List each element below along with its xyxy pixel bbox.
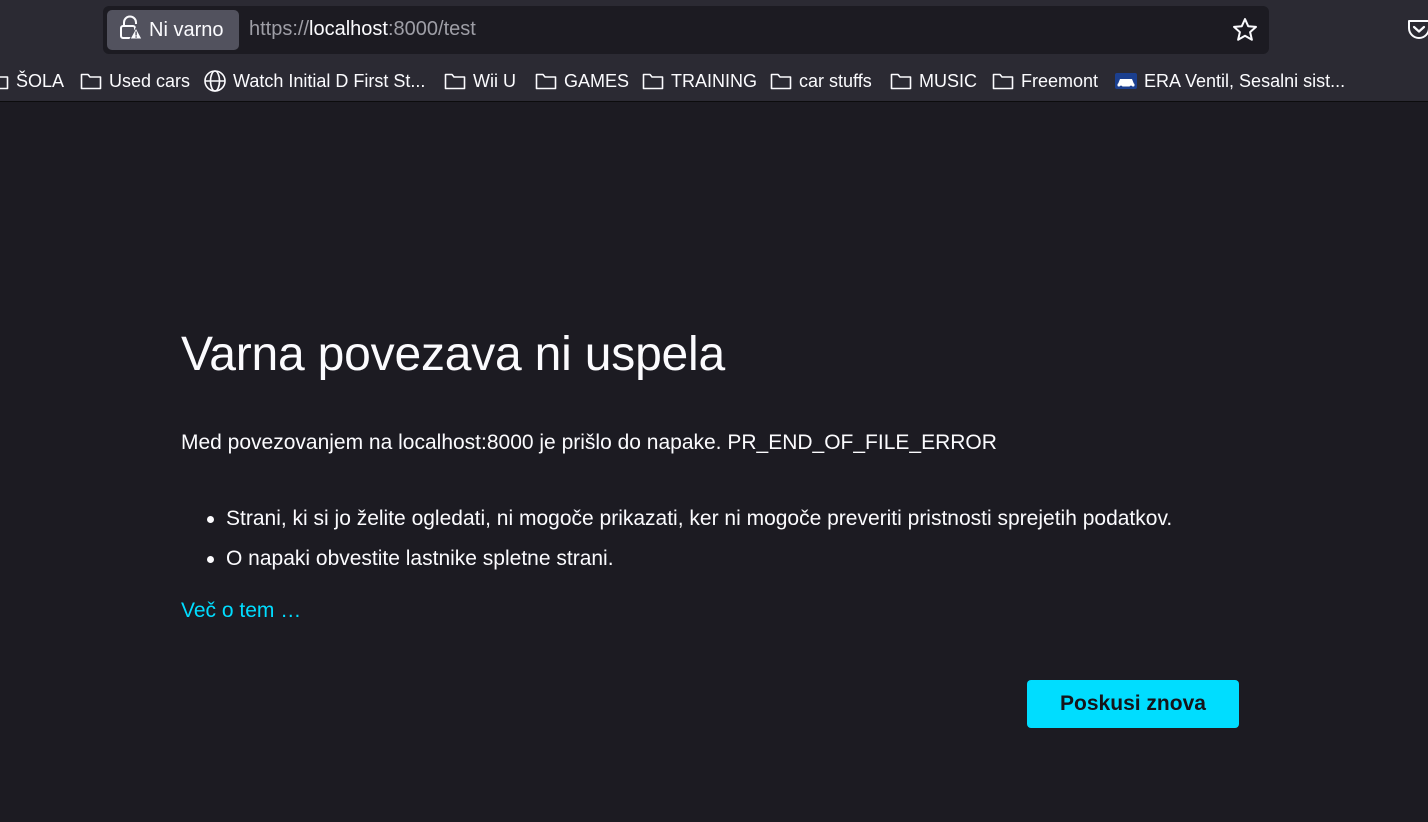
bookmark-label: Used cars: [109, 70, 191, 91]
globe-icon: [204, 70, 226, 92]
bookmark-initial-d[interactable]: Watch Initial D First St...: [203, 67, 425, 95]
bookmark-era-ventil[interactable]: ERA Ventil, Sesalni sist...: [1114, 67, 1345, 95]
url-host: localhost: [309, 18, 388, 40]
list-item: Strani, ki si jo želite ogledati, ni mog…: [181, 505, 1172, 545]
site-identity-label: Ni varno: [149, 18, 224, 41]
pocket-icon[interactable]: [1406, 16, 1428, 42]
bookmark-folder-used-cars[interactable]: Used cars: [79, 67, 190, 95]
bookmark-folder-training[interactable]: TRAINING: [641, 67, 757, 95]
page-title: Varna povezava ni uspela: [181, 328, 726, 381]
bookmark-label: car stuffs: [799, 70, 872, 91]
bookmark-star-icon[interactable]: [1231, 16, 1259, 44]
url-text[interactable]: https://localhost:8000/test: [249, 18, 476, 41]
folder-icon: [890, 73, 912, 90]
bookmark-folder-car-stuffs[interactable]: car stuffs: [769, 67, 872, 95]
folder-icon: [0, 76, 9, 90]
bookmark-folder-sola[interactable]: ŠOLA: [0, 67, 64, 95]
bookmark-label: MUSIC: [919, 70, 977, 91]
folder-icon: [535, 73, 557, 90]
bookmark-label: ŠOLA: [16, 70, 65, 91]
folder-icon: [444, 73, 466, 90]
car-favicon-icon: [1115, 73, 1137, 89]
site-identity-button[interactable]: Ni varno: [107, 10, 239, 50]
bookmarks-toolbar: ŠOLA Used cars Watch Initial D First St.…: [0, 60, 1428, 102]
bookmark-label: Watch Initial D First St...: [233, 70, 426, 91]
error-page: Varna povezava ni uspela Med povezovanje…: [0, 103, 1428, 822]
browser-toolbar: Ni varno https://localhost:8000/test: [0, 0, 1428, 60]
bookmark-label: ERA Ventil, Sesalni sist...: [1144, 70, 1346, 91]
insecure-lock-icon: [117, 15, 143, 46]
bookmark-label: GAMES: [564, 70, 630, 91]
error-hints-list: Strani, ki si jo želite ogledati, ni mog…: [181, 505, 1172, 585]
bookmark-label: Freemont: [1021, 70, 1099, 91]
url-scheme: https://: [249, 18, 310, 40]
bookmark-folder-freemont[interactable]: Freemont: [991, 67, 1098, 95]
bookmark-label: TRAINING: [671, 70, 758, 91]
try-again-button[interactable]: Poskusi znova: [1027, 680, 1239, 728]
learn-more-link[interactable]: Več o tem …: [181, 599, 301, 623]
bookmark-folder-games[interactable]: GAMES: [534, 67, 629, 95]
url-bar[interactable]: Ni varno https://localhost:8000/test: [103, 6, 1269, 54]
folder-icon: [80, 73, 102, 90]
bookmark-label: Wii U: [473, 70, 516, 91]
folder-icon: [992, 73, 1014, 90]
error-description: Med povezovanjem na localhost:8000 je pr…: [181, 431, 997, 454]
folder-icon: [770, 73, 792, 90]
bookmark-folder-music[interactable]: MUSIC: [889, 67, 977, 95]
url-path: :8000/test: [387, 18, 476, 40]
list-item: O napaki obvestite lastnike spletne stra…: [181, 545, 1172, 585]
bookmark-folder-wii-u[interactable]: Wii U: [443, 67, 516, 95]
folder-icon: [642, 73, 664, 90]
